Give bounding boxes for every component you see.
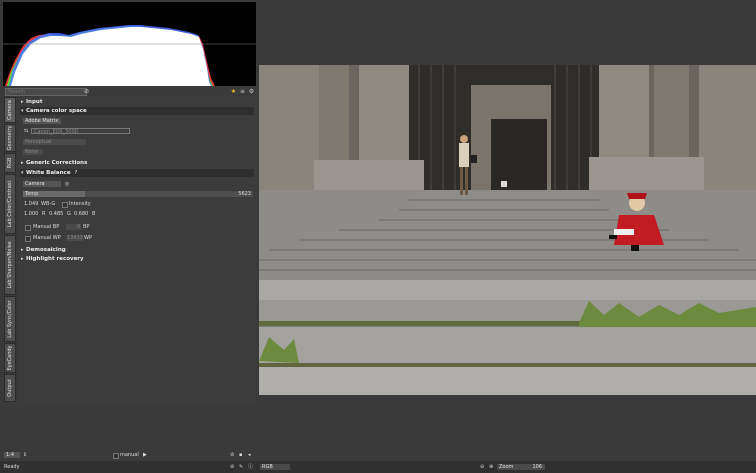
module-white-balance-header[interactable]: ▾ White Balance ? (20, 169, 254, 177)
temp-slider[interactable]: Temp 5623 (23, 191, 253, 197)
manual-wp-checkbox[interactable] (25, 236, 31, 242)
zoom-in-icon[interactable]: ⊕ (489, 464, 493, 470)
module-search-row: ⊘ ★ ≡ ⚙ (3, 87, 256, 96)
tab-camera[interactable]: Camera (4, 97, 16, 123)
intensity-label: Intensity (69, 201, 91, 207)
wp-value[interactable]: 13433 (66, 235, 83, 241)
profile-icon: ⇆ (24, 128, 29, 134)
wbg-label: WB-G (41, 201, 56, 207)
b-multiplier-value[interactable]: 0.680 (74, 211, 88, 217)
export-icon[interactable]: ◂ (248, 452, 251, 458)
expand-down-icon: ▾ (21, 170, 24, 176)
panel-footer: 1:4 ℹ manual ▶ ⊘ ▪ ◂ (3, 451, 256, 460)
histogram (3, 2, 256, 86)
image-preview[interactable] (259, 65, 756, 395)
help-icon[interactable]: ? (74, 170, 77, 176)
tools-icon[interactable]: ✎ (239, 464, 243, 470)
batch-checkbox[interactable] (113, 453, 119, 459)
zoom-ratio-combo[interactable]: 1:4 (4, 452, 20, 458)
wb-spot-picker-icon[interactable]: ◎ (65, 181, 69, 187)
color-matrix-combo[interactable]: Adobe Matrix (23, 118, 61, 124)
tab-rgb[interactable]: RGB (4, 153, 16, 173)
zoom-slider[interactable]: Zoom 106 (497, 464, 545, 470)
expand-down-icon: ▾ (21, 108, 24, 114)
module-demosaicing-header[interactable]: ▸ Demosaicing (20, 246, 254, 254)
menu-icon[interactable]: ≡ (239, 88, 246, 95)
zoom-out-icon[interactable]: ⊖ (480, 464, 484, 470)
module-input-header[interactable]: ▸ Input (20, 98, 254, 106)
r-label: R (42, 211, 46, 217)
histogram-graph (3, 25, 256, 86)
wbg-value[interactable]: 1.049 (24, 201, 38, 207)
status-bar: ⊘ ✎ ⓘ Ready RGB ⊖ ⊕ Zoom 106 (0, 461, 756, 473)
search-input[interactable] (5, 88, 87, 96)
bp-label: BP (83, 224, 90, 230)
tab-eyecandy[interactable]: EyeCandy (4, 343, 16, 373)
b-label: B (92, 211, 96, 217)
wb-method-combo[interactable]: Camera (23, 181, 61, 187)
module-panel: ▸ Input ▾ Camera color space Adobe Matri… (18, 97, 256, 402)
info-circle-icon[interactable]: ⓘ (248, 464, 253, 470)
temp-label: Temp (25, 191, 39, 197)
tab-lab-sync-color[interactable]: Lab Sync/Color (4, 296, 16, 342)
wp-label: WP (84, 235, 92, 241)
play-icon[interactable]: ▶ (143, 452, 147, 458)
reset-search-icon[interactable]: ⊘ (83, 88, 90, 95)
expand-right-icon: ▸ (21, 160, 24, 166)
r-multiplier-value[interactable]: 1.000 (24, 211, 38, 217)
module-highlight-recovery-header[interactable]: ▸ Highlight recovery (20, 255, 254, 263)
temp-value: 5623 (238, 191, 251, 197)
bp-value[interactable]: 0 (66, 224, 81, 230)
gamma-combo[interactable]: None (23, 149, 43, 155)
photo-canvas (259, 65, 756, 395)
processing-mode-label: manual (120, 452, 139, 458)
save-icon[interactable]: ▪ (239, 452, 242, 458)
intensity-checkbox[interactable] (62, 202, 68, 208)
tab-geometry[interactable]: Geometry (4, 124, 16, 152)
tab-output[interactable]: Output (4, 374, 16, 402)
reset-icon[interactable]: ⊘ (230, 452, 234, 458)
camera-profile-field[interactable]: Canon_EOS_500D (31, 128, 130, 135)
tab-lab-sharpen-noise[interactable]: Lab Sharpen/Noise (4, 235, 16, 295)
g-multiplier-value[interactable]: 0.485 (49, 211, 63, 217)
rendering-intent-combo[interactable]: Perceptual (23, 139, 86, 145)
zoom-value: 106 (532, 464, 542, 470)
tool-tab-strip: Camera Geometry RGB Lab Color/Contrast L… (3, 97, 17, 402)
manual-wp-label: Manual WP (33, 235, 61, 241)
module-generic-corrections-header[interactable]: ▸ Generic Corrections (20, 159, 254, 167)
preferences-gear-icon[interactable]: ⚙ (248, 88, 255, 95)
status-text: Ready (4, 464, 20, 470)
manual-bp-label: Manual BP (33, 224, 60, 230)
expand-right-icon: ▸ (21, 256, 24, 262)
colorspace-combo[interactable]: RGB (260, 464, 290, 470)
expand-right-icon: ▸ (21, 247, 24, 253)
manual-bp-checkbox[interactable] (25, 225, 31, 231)
undo-icon[interactable]: ⊘ (230, 464, 234, 470)
tab-lab-color-contrast[interactable]: Lab Color/Contrast (4, 174, 16, 234)
favorites-star-icon[interactable]: ★ (230, 88, 237, 95)
module-camera-color-space-header[interactable]: ▾ Camera color space (20, 107, 254, 115)
expand-right-icon: ▸ (21, 99, 24, 105)
g-label: G (67, 211, 71, 217)
info-icon[interactable]: ℹ (24, 452, 26, 458)
